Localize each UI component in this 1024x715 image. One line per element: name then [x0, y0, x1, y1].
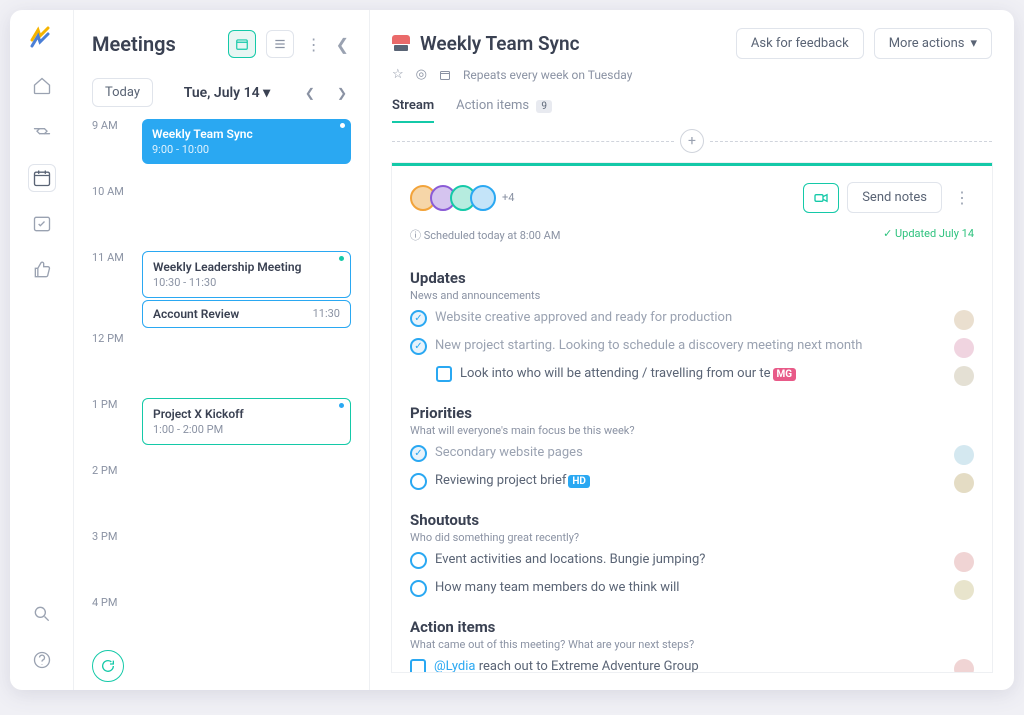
search-icon[interactable]: [28, 600, 56, 628]
checkbox-icon[interactable]: [436, 366, 452, 382]
send-notes-button[interactable]: Send notes: [847, 182, 942, 213]
priority-item[interactable]: ✓ Secondary website pages: [410, 445, 974, 465]
meeting-notes-body: +4 Send notes ⋮ ⓘ Scheduled today at 8:0…: [392, 163, 992, 672]
page-title: Meetings: [92, 32, 218, 56]
section-updates: Updates News and announcements ✓ Website…: [410, 269, 974, 386]
assignee-avatar[interactable]: [954, 310, 974, 330]
hour-label: 4 PM: [92, 594, 128, 634]
section-action-items: Action items What came out of this meeti…: [410, 618, 974, 672]
section-shoutouts: Shoutouts Who did something great recent…: [410, 511, 974, 600]
attendee-avatars[interactable]: +4: [410, 185, 514, 211]
chevron-down-icon: ▾: [970, 36, 977, 51]
assignee-avatar[interactable]: [954, 473, 974, 493]
checkbox-icon[interactable]: [410, 659, 426, 672]
event-leadership-meeting[interactable]: Weekly Leadership Meeting 10:30 - 11:30: [142, 251, 351, 298]
app-window: Meetings ⋮ ❮ Today Tue, July 14 ▾ ❮ ❯ 9 …: [10, 10, 1014, 690]
update-item[interactable]: ✓ Website creative approved and ready fo…: [410, 310, 974, 330]
calendar-chip-icon: [392, 35, 410, 53]
circle-icon[interactable]: [410, 473, 427, 490]
user-chip-hd: HD: [568, 475, 590, 488]
more-actions-button[interactable]: More actions ▾: [874, 28, 992, 59]
video-call-icon[interactable]: [803, 183, 839, 213]
nav-rail: [10, 10, 74, 690]
repeat-text: Repeats every week on Tuesday: [463, 68, 632, 82]
flows-icon[interactable]: [28, 118, 56, 146]
ask-feedback-button[interactable]: Ask for feedback: [736, 28, 864, 59]
kebab-icon[interactable]: ⋮: [304, 35, 324, 54]
refresh-icon[interactable]: [92, 650, 124, 682]
repeat-icon: [439, 67, 451, 82]
updated-text: ✓ Updated July 14: [883, 227, 974, 243]
date-label[interactable]: Tue, July 14 ▾: [167, 85, 287, 101]
assignee-avatar[interactable]: [954, 366, 974, 386]
add-block-button[interactable]: +: [680, 129, 704, 153]
calendar-day-view: 9 AM Weekly Team Sync 9:00 - 10:00 10 AM…: [74, 117, 369, 642]
calendar-view-icon[interactable]: [228, 30, 256, 58]
tasks-icon[interactable]: [28, 210, 56, 238]
scheduled-text: ⓘ Scheduled today at 8:00 AM: [410, 227, 560, 243]
help-icon[interactable]: [28, 646, 56, 674]
prev-day-icon[interactable]: ❮: [301, 82, 319, 104]
body-kebab-icon[interactable]: ⋮: [950, 184, 974, 211]
checked-circle-icon[interactable]: ✓: [410, 310, 427, 327]
collapse-icon[interactable]: ❮: [334, 35, 351, 54]
event-weekly-team-sync[interactable]: Weekly Team Sync 9:00 - 10:00: [142, 119, 351, 164]
calendar-icon[interactable]: [28, 164, 56, 192]
detail-panel: Weekly Team Sync Ask for feedback More a…: [370, 10, 1014, 690]
meeting-title: Weekly Team Sync: [420, 32, 726, 55]
assignee-avatar[interactable]: [954, 338, 974, 358]
shoutout-item[interactable]: Event activities and locations. Bungie j…: [410, 552, 974, 572]
app-logo[interactable]: [28, 26, 56, 54]
mention-lydia[interactable]: @Lydia: [434, 659, 475, 672]
avatar[interactable]: [470, 185, 496, 211]
update-item[interactable]: ✓ New project starting. Looking to sched…: [410, 338, 974, 358]
thumbs-up-icon[interactable]: [28, 256, 56, 284]
hour-label: 3 PM: [92, 528, 128, 594]
circle-icon[interactable]: [410, 580, 427, 597]
avatar-more-count[interactable]: +4: [502, 191, 514, 204]
assignee-avatar[interactable]: [954, 552, 974, 572]
hour-label: 10 AM: [92, 183, 128, 249]
circle-icon[interactable]: [410, 552, 427, 569]
user-chip-mg: MG: [773, 368, 797, 381]
assignee-avatar[interactable]: [954, 659, 974, 672]
next-day-icon[interactable]: ❯: [333, 82, 351, 104]
hour-label: 12 PM: [92, 330, 128, 396]
tab-action-items[interactable]: Action items 9: [456, 98, 552, 123]
event-account-review[interactable]: Account Review 11:30: [142, 300, 351, 328]
assignee-avatar[interactable]: [954, 445, 974, 465]
section-priorities: Priorities What will everyone's main foc…: [410, 404, 974, 493]
hour-label: 1 PM: [92, 396, 128, 462]
hour-label: 2 PM: [92, 462, 128, 528]
today-button[interactable]: Today: [92, 78, 153, 107]
home-icon[interactable]: [28, 72, 56, 100]
meetings-panel: Meetings ⋮ ❮ Today Tue, July 14 ▾ ❮ ❯ 9 …: [74, 10, 370, 690]
star-icon[interactable]: ☆: [392, 67, 404, 82]
shoutout-item[interactable]: How many team members do we think will: [410, 580, 974, 600]
checked-circle-icon[interactable]: ✓: [410, 338, 427, 355]
update-subtask[interactable]: Look into who will be attending / travel…: [410, 366, 974, 386]
event-project-x-kickoff[interactable]: Project X Kickoff 1:00 - 2:00 PM: [142, 398, 351, 445]
action-item[interactable]: @Lydia reach out to Extreme Adventure Gr…: [410, 659, 974, 672]
priority-item[interactable]: Reviewing project briefHD: [410, 473, 974, 493]
hour-label: 9 AM: [92, 117, 128, 183]
list-view-icon[interactable]: [266, 30, 294, 58]
tab-stream[interactable]: Stream: [392, 98, 434, 123]
hour-label: 11 AM: [92, 249, 128, 330]
assignee-avatar[interactable]: [954, 580, 974, 600]
visibility-icon[interactable]: ◎: [416, 67, 427, 82]
checked-circle-icon[interactable]: ✓: [410, 445, 427, 462]
